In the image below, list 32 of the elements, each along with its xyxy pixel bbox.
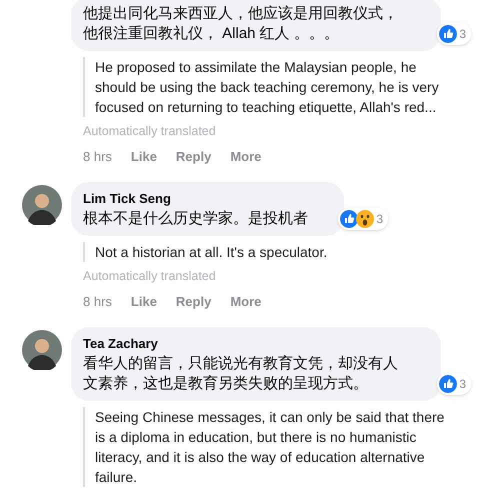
timestamp: 8 hrs bbox=[83, 148, 112, 166]
avatar-icon[interactable] bbox=[22, 185, 62, 226]
comment-text: 文素养，这也是教育另类失败的呈现方式。 bbox=[83, 374, 368, 394]
translated-note: Automatically translated bbox=[83, 268, 216, 285]
reaction-pill[interactable]: 3 bbox=[437, 372, 471, 394]
timestamp: 8 hrs bbox=[83, 292, 112, 310]
avatar-icon[interactable] bbox=[22, 330, 62, 370]
comment-text: 他很注重回教礼仪， Allah 红人 。。。 bbox=[83, 24, 339, 44]
action-link[interactable]: Reply bbox=[176, 146, 212, 166]
like-reaction-icon bbox=[340, 210, 358, 228]
action-link[interactable]: More bbox=[230, 292, 262, 311]
comment-text: 根本不是什么历史学家。是投机者 bbox=[83, 208, 308, 229]
translated-note: Automatically translated bbox=[83, 123, 216, 140]
author-name[interactable]: Lim Tick Seng bbox=[83, 189, 332, 209]
reaction-count: 3 bbox=[376, 210, 384, 228]
action-link[interactable]: Like bbox=[130, 146, 157, 166]
translation-text: Seeing Chinese messages, it can only be said that there is a diploma in education, but there is no humanistic literacy, and it is also the way of education alternative failure. bbox=[95, 408, 446, 486]
action-link[interactable]: More bbox=[230, 146, 262, 166]
reaction-pill[interactable]: 3 bbox=[437, 23, 471, 45]
reaction-count: 3 bbox=[459, 376, 467, 392]
action-link[interactable]: Reply bbox=[176, 292, 212, 311]
like-reaction-icon bbox=[439, 25, 458, 43]
reaction-count: 3 bbox=[459, 26, 467, 43]
translation-text: He proposed to assimilate the Malaysian people, he should be using the back teaching ceremony, he is very focused on returning to teaching etiquette, Allah's red... bbox=[95, 58, 440, 117]
translation-text: Not a historian at all. It's a speculator. bbox=[95, 242, 328, 262]
comment-text: 他提出同化马来西亚人，他应该是用回教仪式， bbox=[83, 4, 398, 24]
like-reaction-icon bbox=[439, 374, 458, 392]
reaction-pill[interactable]: 3 bbox=[338, 208, 388, 230]
action-link[interactable]: Like bbox=[130, 292, 157, 311]
comment-text: 看华人的留言，只能说光有教育文凭，却没有人 bbox=[83, 354, 398, 374]
wow-reaction-icon bbox=[356, 210, 374, 228]
author-name[interactable]: Tea Zachary bbox=[83, 334, 429, 354]
